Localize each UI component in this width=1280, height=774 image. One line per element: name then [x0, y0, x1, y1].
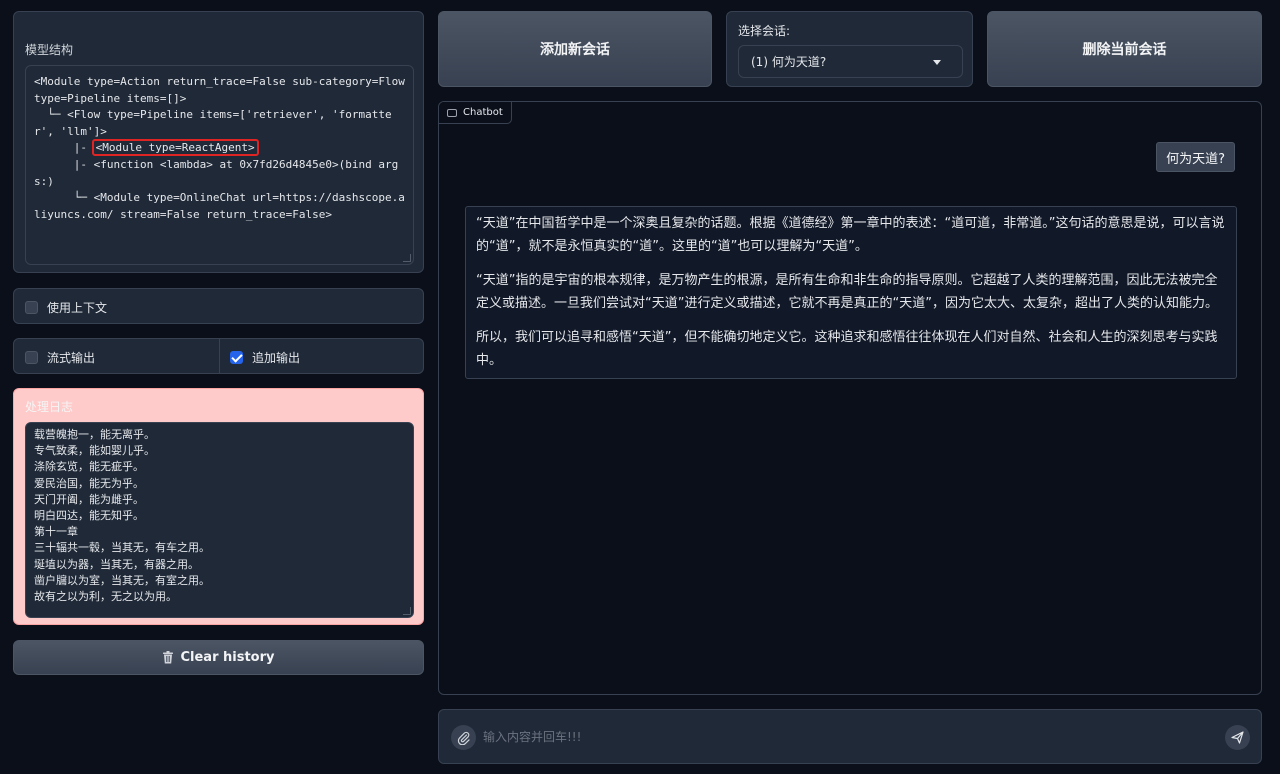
- use-context-checkbox[interactable]: [25, 300, 38, 314]
- processing-log-label: 处理日志: [25, 400, 74, 414]
- use-context-panel: 使用上下文: [13, 288, 424, 324]
- output-options-panel: 流式输出 追加输出: [13, 338, 424, 374]
- model-structure-textarea[interactable]: <Module type=Action return_trace=False s…: [25, 65, 414, 265]
- log-line: 涤除玄览，能无疵乎。: [34, 460, 144, 474]
- bot-message: “天道”在中国哲学中是一个深奥且复杂的话题。根据《道德经》第一章中的表述：“道可…: [465, 206, 1237, 379]
- model-line-4: |- <function <lambda> at 0x7fd26d4845e0>…: [34, 157, 399, 188]
- model-line-3: |-: [34, 141, 94, 155]
- log-line: 爱民治国，能无为乎。: [34, 476, 144, 490]
- model-structure-panel: 模型结构 <Module type=Action return_trace=Fa…: [13, 11, 424, 273]
- model-structure-text: <Module type=Action return_trace=False s…: [34, 74, 405, 223]
- processing-log-textarea[interactable]: 载营魄抱一，能无离乎。 专气致柔，能如婴儿乎。 涤除玄览，能无疵乎。 爱民治国，…: [25, 422, 414, 618]
- model-line-5: └─ <Module type=OnlineChat url=https://d…: [34, 191, 405, 221]
- chat-input-panel: [438, 709, 1262, 764]
- highlighted-module: <Module type=ReactAgent>: [91, 139, 259, 157]
- chevron-down-icon: [933, 60, 941, 65]
- trash-icon: [162, 651, 174, 664]
- clear-history-label: Clear history: [180, 650, 275, 665]
- delete-session-label: 删除当前会话: [1082, 42, 1167, 58]
- model-structure-label: 模型结构: [25, 43, 74, 57]
- log-line: 天门开阖，能为雌乎。: [34, 492, 144, 506]
- resize-grip-icon[interactable]: [403, 607, 411, 615]
- add-session-button[interactable]: 添加新会话: [438, 11, 712, 87]
- model-line-1: <Module type=Action return_trace=False s…: [34, 75, 412, 105]
- log-line: 凿户牖以为室，当其无，有室之用。: [34, 573, 210, 587]
- session-select-panel: 选择会话: (1) 何为天道?: [726, 11, 973, 87]
- resize-grip-icon[interactable]: [403, 254, 411, 262]
- bot-message-paragraph: “天道”在中国哲学中是一个深奥且复杂的话题。根据《道德经》第一章中的表述：“道可…: [476, 216, 1225, 254]
- log-line: 载营魄抱一，能无离乎。: [34, 428, 155, 441]
- session-select-label: 选择会话:: [738, 24, 791, 38]
- bot-message-paragraph: “天道”指的是宇宙的根本规律，是万物产生的根源，是所有生命和非生命的指导原则。它…: [476, 273, 1218, 311]
- chatbot-tag: Chatbot: [439, 102, 512, 124]
- log-line: 明白四达，能无知乎。: [34, 509, 144, 523]
- clear-history-button[interactable]: Clear history: [13, 640, 424, 675]
- chatbot-tag-label: Chatbot: [463, 107, 503, 118]
- use-context-label: 使用上下文: [47, 300, 108, 315]
- delete-session-button[interactable]: 删除当前会话: [987, 11, 1262, 87]
- chat-input[interactable]: [483, 726, 1203, 748]
- log-line: 第十一章: [34, 525, 78, 539]
- user-message-text: 何为天道?: [1166, 151, 1225, 167]
- send-icon: [1231, 731, 1244, 744]
- session-selected-value: (1) 何为天道?: [751, 55, 827, 69]
- append-output-checkbox-row[interactable]: 追加输出: [230, 339, 300, 375]
- append-output-checkbox[interactable]: [230, 350, 243, 364]
- send-button[interactable]: [1225, 725, 1250, 750]
- stream-output-checkbox[interactable]: [25, 350, 38, 364]
- log-line: 专气致柔，能如婴儿乎。: [34, 444, 155, 458]
- processing-log-panel: 处理日志 载营魄抱一，能无离乎。 专气致柔，能如婴儿乎。 涤除玄览，能无疵乎。 …: [13, 388, 424, 625]
- log-line: 三十辐共一毂，当其无，有车之用。: [34, 541, 210, 555]
- stream-output-checkbox-row[interactable]: 流式输出: [25, 339, 95, 375]
- stream-output-label: 流式输出: [47, 350, 96, 365]
- use-context-checkbox-row[interactable]: 使用上下文: [25, 289, 107, 325]
- paperclip-icon: [457, 731, 470, 745]
- model-line-2: └─ <Flow type=Pipeline items=['retriever…: [34, 108, 392, 138]
- attach-button[interactable]: [451, 725, 476, 750]
- log-line: 埏埴以为器，当其无，有器之用。: [34, 557, 199, 571]
- user-message: 何为天道?: [1156, 142, 1235, 172]
- options-divider: [219, 339, 220, 373]
- log-line: 故有之以为利，无之以为用。: [34, 590, 177, 604]
- bot-message-paragraph: 所以，我们可以追寻和感悟“天道”，但不能确切地定义它。这种追求和感悟往往体现在人…: [476, 330, 1218, 368]
- append-output-label: 追加输出: [252, 350, 301, 365]
- session-dropdown[interactable]: (1) 何为天道?: [738, 45, 963, 78]
- add-session-label: 添加新会话: [540, 42, 610, 58]
- chat-icon: [447, 108, 457, 117]
- chatbot-panel: Chatbot 何为天道? “天道”在中国哲学中是一个深奥且复杂的话题。根据《道…: [438, 101, 1262, 695]
